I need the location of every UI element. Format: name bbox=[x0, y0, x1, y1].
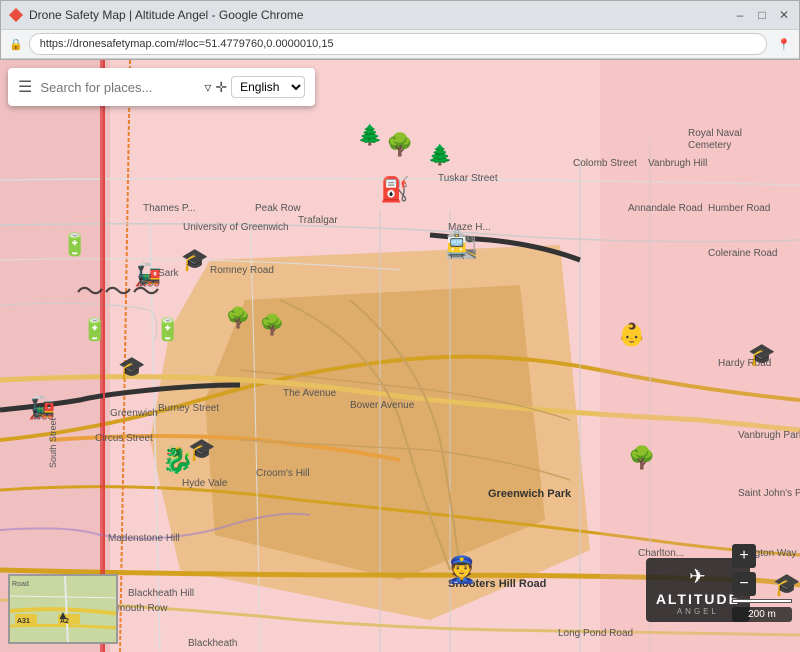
road-label-greenwich-s: Greenwich bbox=[110, 408, 158, 419]
altitude-logo-sub: ANGEL bbox=[656, 607, 740, 616]
road-label-hyde: Hyde Vale bbox=[182, 478, 227, 489]
tree-icon-2: 🌲 bbox=[428, 143, 453, 168]
road-label-peak: Peak Row bbox=[255, 203, 301, 214]
graduation-icon-1: 🎓 bbox=[181, 247, 208, 273]
road-label-blackheath-hill: Blackheath Hill bbox=[128, 588, 194, 599]
road-label-university: University of Greenwich bbox=[183, 222, 289, 233]
train-station-icon: 🚉 bbox=[446, 230, 478, 261]
road-label-trafalgar: Trafalgar bbox=[298, 215, 338, 226]
svg-text:A31: A31 bbox=[17, 618, 30, 625]
scale-label: 200 m bbox=[732, 607, 792, 622]
maximize-button[interactable]: □ bbox=[755, 8, 769, 22]
road-label-annandale: Annandale Road bbox=[628, 203, 703, 214]
baby-icon: 👶 bbox=[618, 322, 645, 348]
road-label-vanbrugh-hill: Vanbrugh Hill bbox=[648, 158, 707, 169]
tree-icon-3: 🌳 bbox=[226, 306, 251, 331]
mini-map-cursor: ▲ bbox=[57, 608, 69, 622]
road-label-blackheath: Blackheath bbox=[188, 638, 237, 649]
fuel-icon: ⛽ bbox=[380, 176, 410, 205]
svg-text:Road: Road bbox=[12, 581, 29, 588]
road-label-thames: Thames P... bbox=[143, 203, 196, 214]
zone-boundary-line bbox=[103, 60, 105, 652]
dragon-icon: 🐉 bbox=[162, 445, 194, 476]
tree-icon-5: 🌳 bbox=[628, 445, 655, 471]
title-bar-left: Drone Safety Map | Altitude Angel - Goog… bbox=[9, 8, 304, 22]
battery-icon-2: 🔋 bbox=[81, 317, 108, 343]
tree-icon-1: 🌳 bbox=[386, 132, 413, 158]
road-label-burney: Burney Street bbox=[158, 403, 219, 414]
scale-bar: + − 200 m bbox=[732, 544, 792, 622]
road-label-madstone: Madenstone Hill bbox=[108, 533, 180, 544]
language-select[interactable]: English French German bbox=[231, 76, 305, 98]
window-controls[interactable]: – □ ✕ bbox=[733, 8, 791, 22]
road-label-park: Greenwich Park bbox=[488, 488, 571, 500]
address-bar[interactable]: https://dronesafetymap.com/#loc=51.47797… bbox=[29, 33, 768, 55]
url-text: https://dronesafetymap.com/#loc=51.47797… bbox=[40, 38, 334, 50]
road-label-longpond: Long Pond Road bbox=[558, 628, 633, 639]
road-label-south-st: South Street bbox=[48, 418, 58, 468]
road-label-crooms: Croom's Hill bbox=[256, 468, 310, 479]
zoom-out-button[interactable]: − bbox=[732, 572, 756, 596]
police-icon: 👮 bbox=[446, 555, 478, 586]
title-bar: Drone Safety Map | Altitude Angel - Goog… bbox=[1, 1, 799, 29]
altitude-wing-icon: ✈ bbox=[656, 564, 740, 589]
road-label-naval: Royal Naval bbox=[688, 128, 742, 139]
location-services-icon: 📍 bbox=[777, 38, 791, 51]
menu-icon[interactable]: ☰ bbox=[18, 77, 32, 97]
altitude-logo-title: ALTITUDE bbox=[656, 591, 740, 607]
address-bar-row: 🔒 https://dronesafetymap.com/#loc=51.477… bbox=[1, 29, 799, 59]
road-label-humber: Humber Road bbox=[708, 203, 770, 214]
train-icon-1: 🚂 bbox=[134, 262, 161, 288]
graduation-icon-2: 🎓 bbox=[118, 355, 145, 381]
road-label-vanbrugh: Vanbrugh Park bbox=[738, 430, 800, 441]
graduation-icon-4: 🎓 bbox=[748, 342, 775, 368]
road-label-colomb: Colomb Street bbox=[573, 158, 637, 169]
search-input[interactable] bbox=[40, 80, 200, 95]
road-label-avenue: The Avenue bbox=[283, 388, 336, 399]
window-title: Drone Safety Map | Altitude Angel - Goog… bbox=[29, 8, 304, 22]
app-icon bbox=[9, 8, 23, 22]
lock-icon: 🔒 bbox=[9, 38, 23, 51]
road-label-tuskar: Tuskar Street bbox=[438, 173, 498, 184]
browser-window: Drone Safety Map | Altitude Angel - Goog… bbox=[0, 0, 800, 60]
minimize-button[interactable]: – bbox=[733, 8, 747, 22]
filter-icon[interactable]: ▿ bbox=[204, 79, 211, 96]
search-bar[interactable]: ☰ ▿ ✛ English French German bbox=[8, 68, 315, 106]
tree-icon-6: 🌲 bbox=[358, 123, 383, 148]
road-label-coleraine: Coleraine Road bbox=[708, 248, 778, 259]
mini-map[interactable]: A31 A2 Road ▲ bbox=[8, 574, 118, 644]
road-label-cemetery: Cemetery bbox=[688, 140, 731, 151]
battery-icon-3: 🔋 bbox=[154, 317, 181, 343]
train-icon-2: 🚂 bbox=[28, 395, 55, 421]
tree-icon-4: 🌳 bbox=[260, 313, 285, 338]
close-button[interactable]: ✕ bbox=[777, 8, 791, 22]
crosshair-icon[interactable]: ✛ bbox=[215, 79, 227, 96]
battery-icon-1: 🔋 bbox=[61, 232, 88, 258]
road-label-johns: Saint John's Park bbox=[738, 488, 800, 499]
road-label-circus: Circus Street bbox=[95, 433, 153, 444]
zoom-in-button[interactable]: + bbox=[732, 544, 756, 568]
road-label-romney: Romney Road bbox=[210, 265, 274, 276]
map-container[interactable]: ☰ ▿ ✛ English French German 🔋 🚂 🌳 🌲 ⛽ 🎓 … bbox=[0, 60, 800, 652]
scale-line bbox=[732, 599, 792, 603]
road-label-bower: Bower Avenue bbox=[350, 400, 414, 411]
mini-map-inner: A31 A2 Road ▲ bbox=[10, 576, 116, 642]
